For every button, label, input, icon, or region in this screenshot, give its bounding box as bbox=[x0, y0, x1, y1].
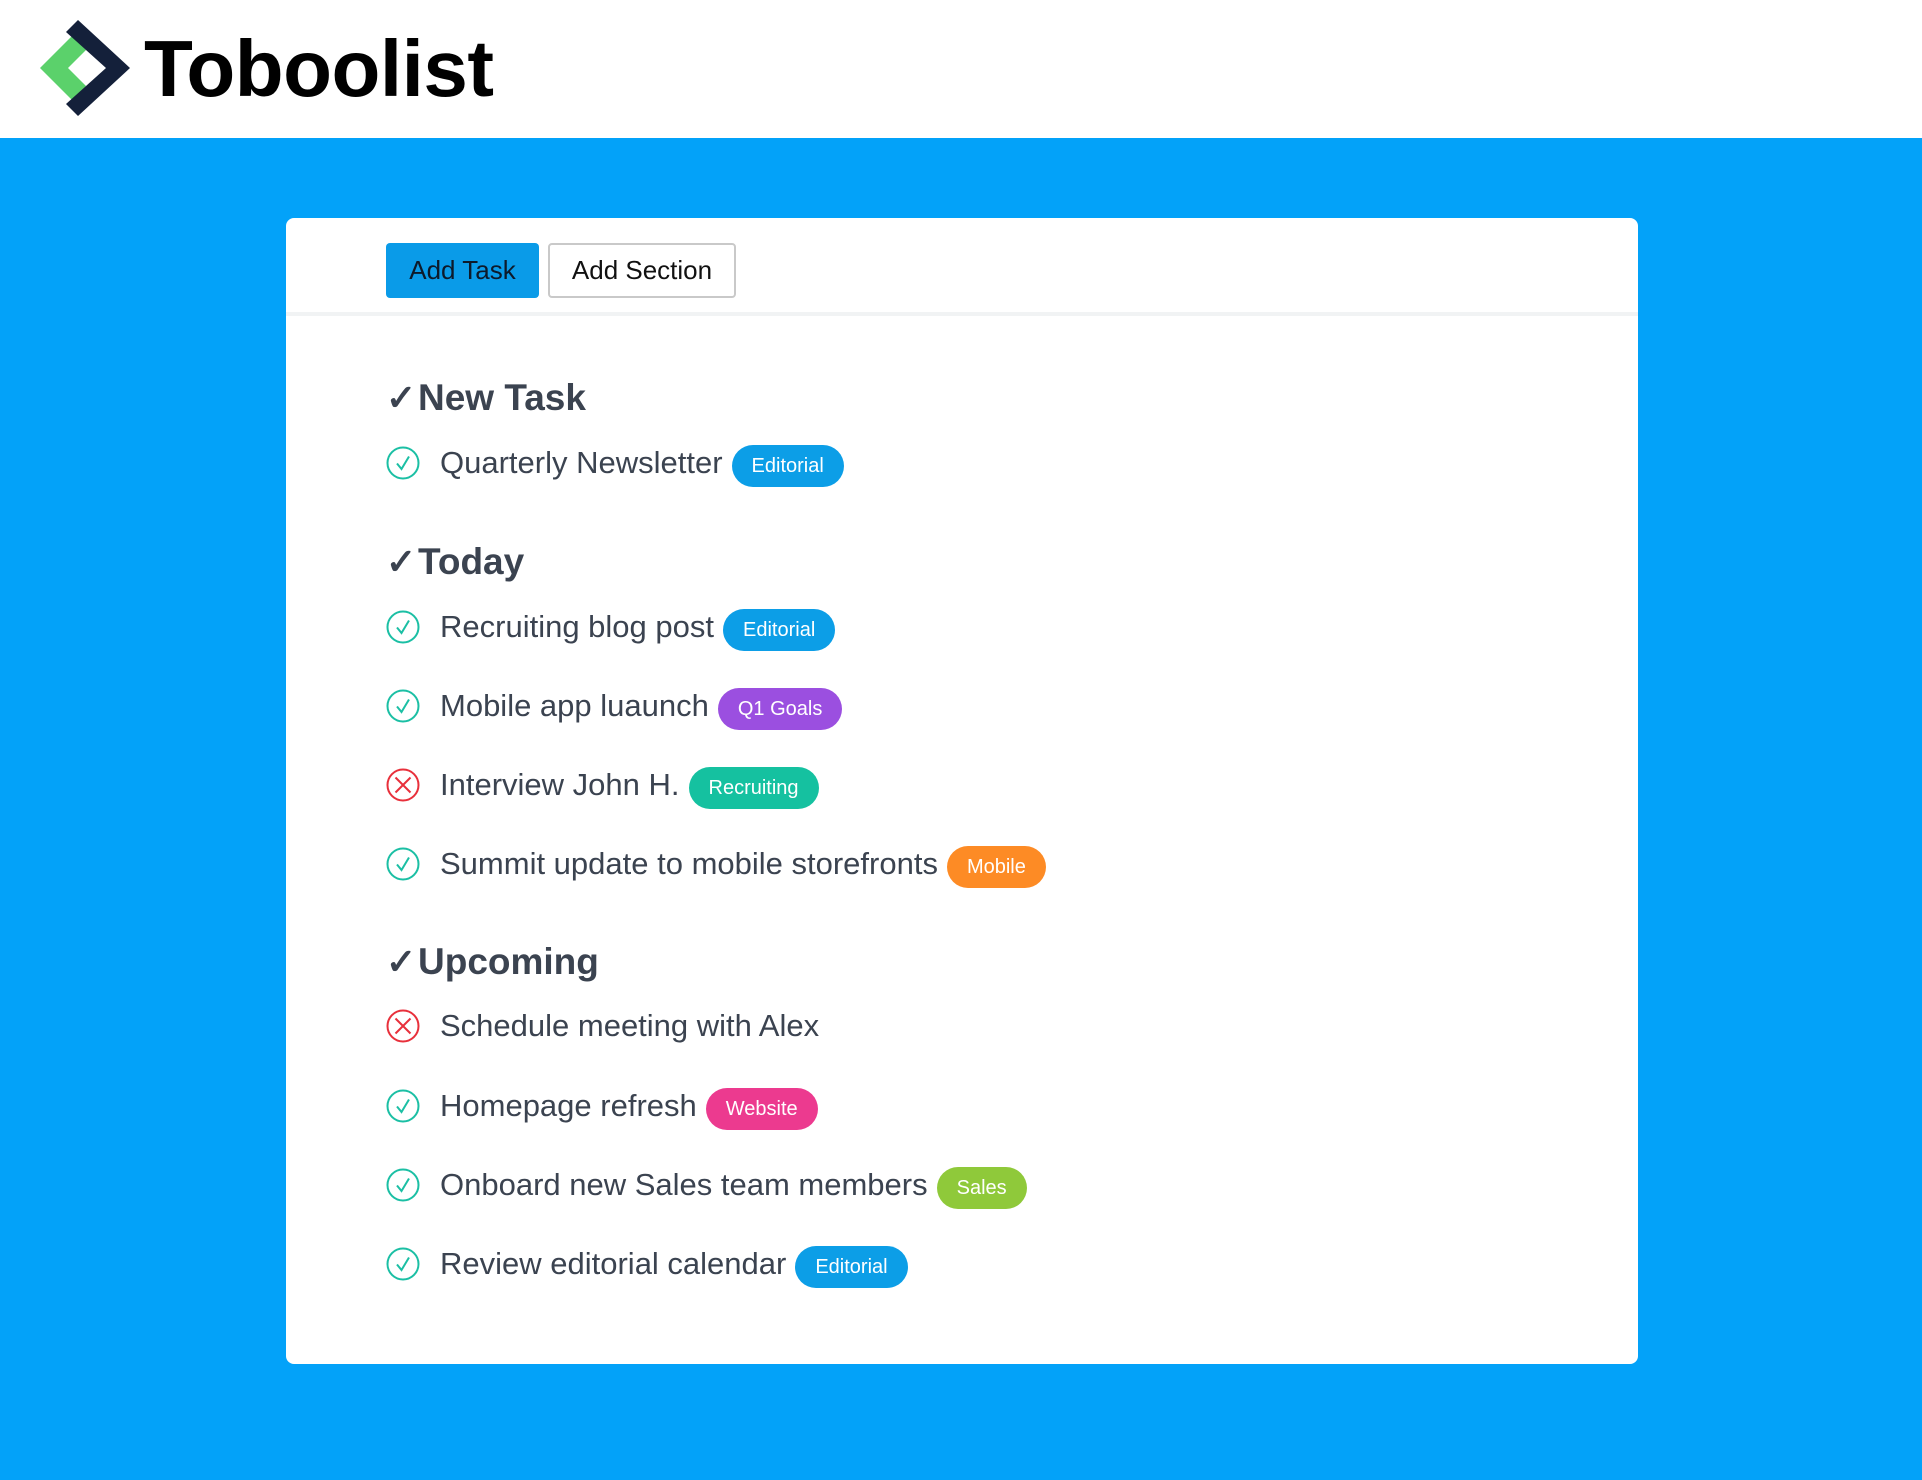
task-item[interactable]: Mobile app luaunch Q1 Goals bbox=[386, 682, 843, 730]
tag-badge[interactable]: Recruiting bbox=[688, 767, 819, 809]
section-heading: ✓Today bbox=[386, 540, 524, 584]
section-title-text: Upcoming bbox=[418, 941, 599, 982]
task-title: Recruiting blog post bbox=[440, 609, 714, 644]
section-heading: ✓New Task bbox=[386, 376, 586, 420]
task-item[interactable]: Quarterly Newsletter Editorial bbox=[386, 439, 844, 487]
check-circle-icon[interactable] bbox=[386, 610, 420, 644]
task-title: Schedule meeting with Alex bbox=[440, 1008, 820, 1043]
task-title: Quarterly Newsletter bbox=[440, 445, 723, 480]
add-section-button[interactable]: Add Section bbox=[548, 243, 736, 298]
task-title: Homepage refresh bbox=[440, 1088, 697, 1123]
check-circle-icon[interactable] bbox=[386, 1247, 420, 1281]
tag-badge[interactable]: Editorial bbox=[731, 445, 844, 487]
tag-badge[interactable]: Editorial bbox=[795, 1246, 908, 1288]
toolbar: Add Task Add Section bbox=[286, 218, 1638, 316]
task-panel: Add Task Add Section ✓New Task Quarterly… bbox=[286, 218, 1638, 1364]
task-item[interactable]: Summit update to mobile storefronts Mobi… bbox=[386, 840, 1046, 888]
checkmark-icon: ✓ bbox=[386, 541, 417, 582]
tag-badge[interactable]: Mobile bbox=[946, 846, 1046, 888]
task-item[interactable]: Recruiting blog post Editorial bbox=[386, 603, 836, 651]
task-title: Interview John H. bbox=[440, 767, 680, 802]
task-item[interactable]: Onboard new Sales team members Sales bbox=[386, 1161, 1027, 1209]
tag-badge[interactable]: Q1 Goals bbox=[717, 688, 843, 730]
checkmark-icon: ✓ bbox=[386, 941, 417, 982]
checkmark-icon: ✓ bbox=[386, 377, 417, 418]
tag-badge[interactable]: Editorial bbox=[723, 609, 836, 651]
check-circle-icon[interactable] bbox=[386, 446, 420, 480]
app-title: Toboolist bbox=[144, 24, 494, 113]
check-circle-icon[interactable] bbox=[386, 847, 420, 881]
check-circle-icon[interactable] bbox=[386, 1168, 420, 1202]
task-title: Summit update to mobile storefronts bbox=[440, 846, 938, 881]
add-task-button[interactable]: Add Task bbox=[386, 243, 539, 298]
tag-badge[interactable]: Website bbox=[705, 1088, 818, 1130]
task-item[interactable]: Homepage refresh Website bbox=[386, 1082, 818, 1130]
task-title: Mobile app luaunch bbox=[440, 688, 709, 723]
tag-badge[interactable]: Sales bbox=[936, 1167, 1027, 1209]
section-heading: ✓Upcoming bbox=[386, 940, 599, 984]
task-title: Onboard new Sales team members bbox=[440, 1167, 928, 1202]
check-circle-icon[interactable] bbox=[386, 1089, 420, 1123]
task-item[interactable]: Interview John H. Recruiting bbox=[386, 761, 819, 809]
app-header: Toboolist bbox=[0, 0, 1922, 138]
section-title-text: Today bbox=[418, 541, 525, 582]
task-title: Review editorial calendar bbox=[440, 1246, 787, 1281]
task-item[interactable]: Schedule meeting with Alex bbox=[386, 1002, 819, 1050]
x-circle-icon[interactable] bbox=[386, 1009, 420, 1043]
diamond-chevron-logo-icon[interactable] bbox=[34, 16, 138, 120]
x-circle-icon[interactable] bbox=[386, 768, 420, 802]
check-circle-icon[interactable] bbox=[386, 689, 420, 723]
task-item[interactable]: Review editorial calendar Editorial bbox=[386, 1240, 908, 1288]
section-title-text: New Task bbox=[418, 377, 586, 418]
